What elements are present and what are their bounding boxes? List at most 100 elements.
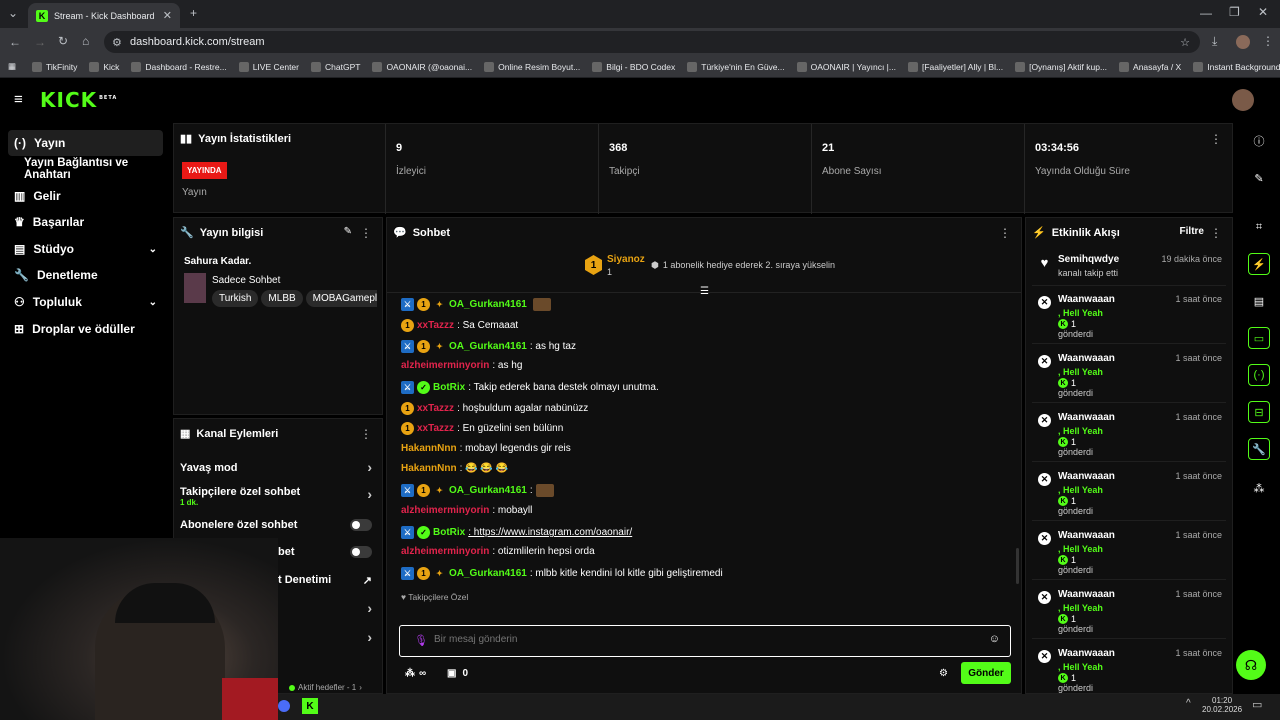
chat-message[interactable]: 1 xxTazzz: En güzelini sen bülünn (401, 422, 563, 435)
chat-username[interactable]: xxTazzz (417, 320, 454, 331)
chat-username[interactable]: BotRix (433, 527, 465, 538)
chat-message[interactable]: ⚔ 1 ✦ OA_Gurkan4161 (401, 298, 551, 311)
sidebar-item-topluluk[interactable]: ⚇ Topluluk ⌄ (8, 289, 163, 315)
chat-message[interactable]: ⚔ ✓ BotRix: https://www.instagram.com/oaon… (401, 526, 632, 539)
bookmark-item[interactable]: OAONAIR (@oaonai... (372, 61, 472, 72)
bookmark-item[interactable]: Türkiye'nin En Güve... (687, 61, 785, 72)
apps-icon[interactable]: ▦ (8, 61, 16, 72)
event-user[interactable]: Waanwaaan (1058, 412, 1115, 423)
lightning-icon[interactable]: ⚡ (1248, 253, 1270, 275)
microphone-icon[interactable]: 🎙 (414, 634, 428, 647)
download-icon[interactable]: ⤓ (1212, 34, 1217, 49)
chat-username[interactable]: OA_Gurkan4161 (449, 568, 527, 579)
event-user[interactable]: Waanwaaan (1058, 294, 1115, 305)
browser-menu-icon[interactable]: ⋮ (1262, 34, 1274, 48)
chat-username[interactable]: alzheimerminyorin (401, 360, 489, 371)
slow-mode-row[interactable]: Yavaş mod › (180, 459, 372, 475)
tab-search-icon[interactable]: ⌄ (8, 6, 18, 20)
stream-info-menu-icon[interactable]: ⋮ (360, 226, 372, 240)
restore-icon[interactable]: ❐ (1229, 5, 1240, 19)
tray-chevron-icon[interactable]: ^ (1186, 698, 1191, 709)
new-tab-icon[interactable]: + (190, 6, 197, 20)
gift-leader-name[interactable]: Siyanoz (607, 254, 645, 265)
sidebar-item-stream-key[interactable]: Yayın Bağlantısı ve Anahtarı (8, 156, 173, 182)
chat-message[interactable]: alzheimerminyorin: as hg (401, 360, 522, 371)
event-user[interactable]: Waanwaaan (1058, 648, 1115, 659)
channel-points[interactable]: ⁂ ∞ (405, 668, 426, 679)
support-headset-icon[interactable]: ☊ (1236, 650, 1266, 680)
chat-message[interactable]: 1 xxTazzz: Sa Cemaaat (401, 319, 518, 332)
bookmark-item[interactable]: ChatGPT (311, 61, 360, 72)
active-goals-row[interactable]: Aktif hedefler - 1 › (289, 683, 362, 692)
chat-message[interactable]: ⚔ 1 ✦ OA_Gurkan4161: as hg taz (401, 340, 576, 353)
chat-username[interactable]: xxTazzz (417, 423, 454, 434)
clock[interactable]: 01:20 20.02.2026 (1202, 696, 1242, 714)
discord-icon[interactable] (278, 700, 290, 712)
chat-username[interactable]: BotRix (433, 382, 465, 393)
store-button[interactable]: ▣ 0 (447, 668, 468, 679)
points-icon[interactable]: ⁂ (1248, 477, 1270, 499)
bookmark-star-icon[interactable]: ☆ (1180, 36, 1190, 49)
window-close-icon[interactable]: ✕ (1258, 5, 1268, 19)
back-icon[interactable]: ← (9, 35, 21, 49)
bookmark-item[interactable]: Anasayfa / X (1119, 61, 1181, 72)
user-avatar[interactable] (1232, 89, 1254, 111)
chat-message[interactable]: alzheimerminyorin: otizmlilerin hepsi or… (401, 546, 595, 557)
sidebar-item-gelir[interactable]: ▥ Gelir (8, 183, 163, 209)
home-icon[interactable]: ⌂ (82, 34, 89, 48)
tag-chip[interactable]: MLBB (261, 290, 303, 307)
chat-username[interactable]: OA_Gurkan4161 (449, 485, 527, 496)
profile-avatar[interactable] (1236, 35, 1250, 49)
send-button[interactable]: Gönder (961, 662, 1011, 684)
tag-chip[interactable]: MOBAGamepla (305, 290, 377, 307)
sidebar-item-droplar[interactable]: ⊞ Droplar ve ödüller (8, 316, 163, 342)
chat-settings-gear-icon[interactable]: ⚙ (939, 668, 948, 679)
chat-username[interactable]: alzheimerminyorin (401, 505, 489, 516)
chat-username[interactable]: xxTazzz (417, 403, 454, 414)
reload-icon[interactable]: ↻ (58, 34, 68, 48)
chat-message-input[interactable] (434, 634, 974, 645)
bookmark-item[interactable]: [Faaliyetler] Ally | Bl... (907, 61, 1003, 72)
chat-message[interactable]: 1 xxTazzz: hoşbuldum agalar nabünüzz (401, 402, 588, 415)
bookmark-item[interactable]: [Oynanış] Aktif kup... (1015, 61, 1107, 72)
browser-tab[interactable]: K Stream - Kick Dashboard ✕ (28, 3, 180, 28)
pin-toggle-icon[interactable]: ☰ (700, 286, 709, 297)
event-user[interactable]: Waanwaaan (1058, 353, 1115, 364)
activity-menu-icon[interactable]: ⋮ (1210, 226, 1222, 240)
bookmark-item[interactable]: Instant Background... (1193, 61, 1280, 72)
emoji-picker-icon[interactable]: ☺ (989, 633, 1000, 645)
sidebar-item-studyo[interactable]: ▤ Stüdyo ⌄ (8, 236, 163, 262)
chat-icon[interactable]: ▭ (1248, 327, 1270, 349)
kick-app-icon[interactable]: K (302, 698, 318, 714)
chat-message[interactable]: ⚔ 1 ✦ OA_Gurkan4161: (401, 484, 554, 497)
document-icon[interactable]: ▤ (1248, 290, 1270, 312)
category-name[interactable]: Sadece Sohbet (212, 275, 280, 286)
minimize-icon[interactable]: — (1200, 6, 1212, 20)
chat-message[interactable]: ⚔ ✓ BotRix: Takip ederek bana destek olmay… (401, 381, 659, 394)
layout-icon[interactable]: ⊟ (1248, 401, 1270, 423)
bookmark-item[interactable]: Dashboard - Restre... (131, 61, 227, 72)
forward-icon[interactable]: → (34, 35, 46, 49)
chat-username[interactable]: HakannNnn (401, 463, 457, 474)
tab-close-icon[interactable]: ✕ (163, 9, 172, 22)
event-user[interactable]: Waanwaaan (1058, 589, 1115, 600)
bookmark-item[interactable]: OAONAIR | Yayıncı |... (796, 61, 896, 72)
address-bar[interactable]: ⚙ dashboard.kick.com/stream ☆ (104, 31, 1200, 53)
subs-chat-toggle[interactable] (350, 519, 372, 531)
sidebar-item-yayin[interactable]: (·) Yayın (8, 130, 163, 156)
site-info-icon[interactable]: ⚙ (112, 36, 122, 49)
chat-message[interactable]: ⚔ 1 ✦ OA_Gurkan4161: mlbb kitle kendini lol… (401, 567, 723, 580)
info-icon[interactable]: ⓘ (1248, 130, 1270, 152)
hamburger-menu-icon[interactable]: ≡ (14, 91, 23, 108)
filter-button[interactable]: Filtre (1180, 226, 1204, 237)
chat-message[interactable]: alzheimerminyorin: mobayll (401, 505, 532, 516)
bookmark-item[interactable]: TikFinity (32, 61, 77, 72)
bookmark-item[interactable]: Bilgi - BDO Codex (592, 61, 675, 72)
chat-input-box[interactable]: 🎙 ☺ (399, 625, 1011, 657)
bookmark-item[interactable]: Online Resim Boyut... (484, 61, 580, 72)
chat-username[interactable]: HakannNnn (401, 443, 457, 454)
followers-chat-row[interactable]: Takipçilere özel sohbet 1 dk. › (180, 486, 372, 507)
wrench-icon[interactable]: 🔧 (1248, 438, 1270, 460)
sidebar-item-denetleme[interactable]: 🔧 Denetleme (8, 262, 163, 288)
chat-message[interactable]: HakannNnn: mobayl legendıs gir reis (401, 443, 571, 454)
